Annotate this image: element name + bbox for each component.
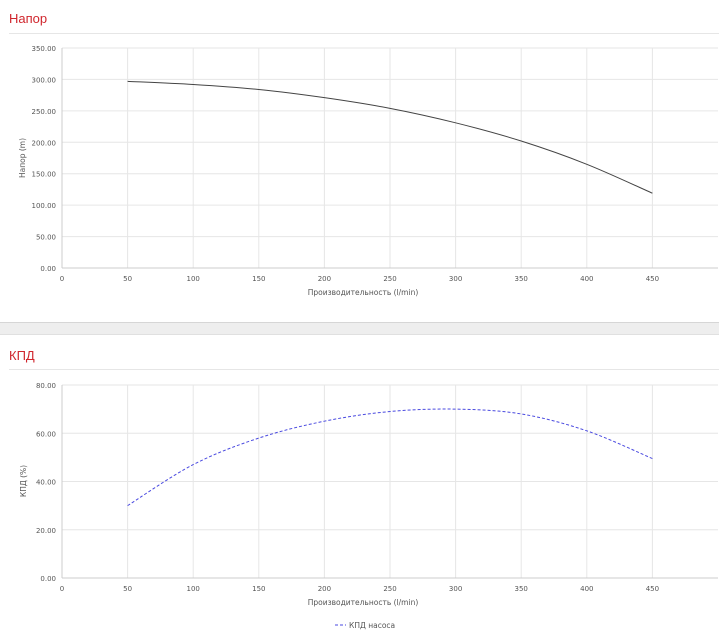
efficiency-y-tick-label: 60.00 <box>36 430 56 438</box>
head-y-tick-label: 300.00 <box>32 76 57 84</box>
head-y-tick-label: 100.00 <box>32 202 57 210</box>
efficiency-x-tick-label: 50 <box>123 585 132 593</box>
efficiency-y-tick-label: 0.00 <box>40 575 56 583</box>
head-x-tick-label: 150 <box>252 275 265 283</box>
efficiency-x-tick-label: 350 <box>515 585 528 593</box>
head-chart: 0.00 50.00 100.00 150.00 200.00 250.00 300.00 3… <box>18 45 718 297</box>
head-y-axis-label: Напор (m) <box>18 138 27 178</box>
efficiency-x-axis-label: Производительность (l/min) <box>308 598 419 607</box>
efficiency-y-tick-label: 20.00 <box>36 527 56 535</box>
efficiency-x-tick-label: 150 <box>252 585 265 593</box>
efficiency-x-tick-label: 250 <box>383 585 396 593</box>
efficiency-chart: 0.00 20.00 40.00 60.00 80.00 0 50 100 150 200 250 3… <box>19 382 718 630</box>
head-x-tick-label: 350 <box>515 275 528 283</box>
head-x-axis-label: Производительность (l/min) <box>308 288 419 297</box>
head-y-tick-label: 200.00 <box>32 139 57 147</box>
efficiency-x-tick-label: 400 <box>580 585 593 593</box>
efficiency-x-tick-label: 200 <box>318 585 331 593</box>
head-y-tick-label: 250.00 <box>32 108 57 116</box>
head-x-tick-label: 300 <box>449 275 462 283</box>
efficiency-y-axis-label: КПД (%) <box>19 465 28 497</box>
efficiency-x-tick-label: 450 <box>646 585 659 593</box>
efficiency-y-tick-label: 40.00 <box>36 479 56 487</box>
efficiency-x-tick-label: 0 <box>60 585 64 593</box>
head-y-tick-label: 50.00 <box>36 234 56 242</box>
head-x-tick-label: 200 <box>318 275 331 283</box>
head-y-tick-label: 350.00 <box>32 45 57 53</box>
panel-separator <box>0 322 719 335</box>
efficiency-x-tick-label: 300 <box>449 585 462 593</box>
head-x-tick-label: 250 <box>383 275 396 283</box>
head-x-tick-label: 400 <box>580 275 593 283</box>
head-x-tick-label: 0 <box>60 275 64 283</box>
head-x-tick-label: 450 <box>646 275 659 283</box>
efficiency-y-tick-label: 80.00 <box>36 382 56 390</box>
efficiency-x-tick-label: 100 <box>187 585 200 593</box>
head-x-tick-label: 50 <box>123 275 132 283</box>
head-y-tick-label: 0.00 <box>40 265 56 273</box>
head-x-tick-label: 100 <box>187 275 200 283</box>
efficiency-legend-label: КПД насоса <box>349 621 395 630</box>
head-y-tick-label: 150.00 <box>32 171 57 179</box>
